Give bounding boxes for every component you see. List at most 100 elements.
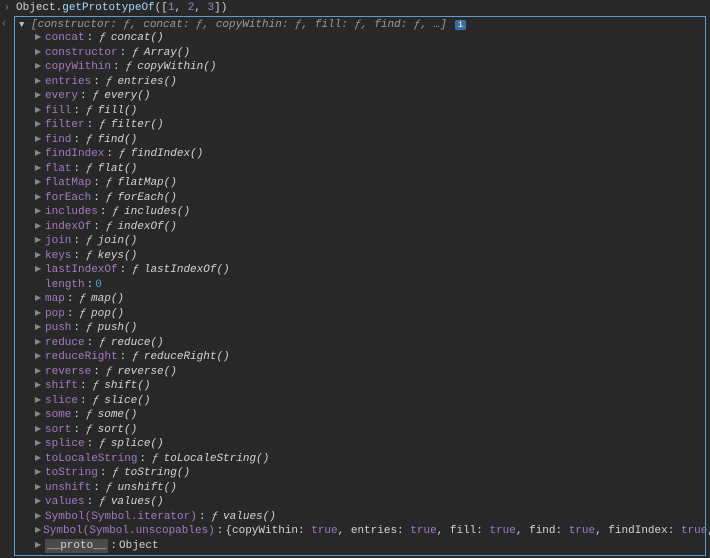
- expand-icon[interactable]: ▶: [35, 205, 43, 220]
- colon: :: [139, 452, 146, 467]
- property-key: every: [45, 89, 78, 104]
- expand-icon[interactable]: ▶: [35, 379, 43, 394]
- function-icon: ƒ: [86, 321, 93, 336]
- function-icon: ƒ: [86, 104, 93, 119]
- property-row[interactable]: ▶slice:ƒslice(): [35, 394, 705, 409]
- expand-icon[interactable]: ▶: [35, 423, 43, 438]
- expand-icon[interactable]: ▶: [35, 365, 43, 380]
- object-summary-row[interactable]: ▼ [constructor: ƒ, concat: ƒ, copyWithin…: [17, 19, 705, 31]
- property-row-unscopables[interactable]: ▶Symbol(Symbol.unscopables): {copyWithin…: [35, 524, 705, 539]
- function-icon: ƒ: [99, 336, 106, 351]
- function-icon: ƒ: [126, 60, 133, 75]
- property-row[interactable]: ▶join:ƒjoin(): [35, 234, 705, 249]
- expand-icon[interactable]: ▶: [35, 350, 43, 365]
- property-row[interactable]: ▶some:ƒsome(): [35, 408, 705, 423]
- expand-icon[interactable]: ▶: [35, 89, 43, 104]
- property-row[interactable]: ▶toString:ƒtoString(): [35, 466, 705, 481]
- property-row[interactable]: ▶entries:ƒentries(): [35, 75, 705, 90]
- expand-icon[interactable]: ▶: [35, 249, 43, 264]
- expand-icon[interactable]: ▶: [35, 481, 43, 496]
- expand-icon[interactable]: ▶: [35, 408, 43, 423]
- expand-icon[interactable]: ▶: [35, 452, 43, 467]
- expand-icon[interactable]: ▶: [35, 104, 43, 119]
- expand-icon[interactable]: ▶: [35, 191, 43, 206]
- expand-icon[interactable]: ▶: [35, 466, 43, 481]
- property-row[interactable]: ▶toLocaleString:ƒtoLocaleString(): [35, 452, 705, 467]
- property-row[interactable]: ▶pop:ƒpop(): [35, 307, 705, 322]
- function-icon: ƒ: [86, 234, 93, 249]
- colon: :: [93, 365, 100, 380]
- property-row[interactable]: ▶fill:ƒfill(): [35, 104, 705, 119]
- property-row[interactable]: ▶copyWithin:ƒcopyWithin(): [35, 60, 705, 75]
- property-row[interactable]: ▶keys:ƒkeys(): [35, 249, 705, 264]
- function-icon: ƒ: [106, 365, 113, 380]
- expand-icon[interactable]: ▶: [35, 292, 43, 307]
- function-name: concat(): [111, 31, 164, 46]
- expand-icon[interactable]: ▶: [35, 133, 43, 148]
- property-row[interactable]: ▶unshift:ƒunshift(): [35, 481, 705, 496]
- property-row[interactable]: ▶reduceRight:ƒreduceRight(): [35, 350, 705, 365]
- expand-icon[interactable]: ▶: [35, 147, 43, 162]
- property-row[interactable]: ▶sort:ƒsort(): [35, 423, 705, 438]
- property-row[interactable]: ▶constructor:ƒArray(): [35, 46, 705, 61]
- expand-icon[interactable]: ▶: [35, 118, 43, 133]
- function-icon: ƒ: [86, 133, 93, 148]
- property-row[interactable]: ▶flat:ƒflat(): [35, 162, 705, 177]
- property-row[interactable]: ▶every:ƒevery(): [35, 89, 705, 104]
- property-row[interactable]: ▶findIndex:ƒfindIndex(): [35, 147, 705, 162]
- property-row[interactable]: ▶forEach:ƒforEach(): [35, 191, 705, 206]
- property-key: includes: [45, 205, 98, 220]
- expand-icon[interactable]: ▶: [35, 234, 43, 249]
- expand-icon[interactable]: ▶: [35, 437, 43, 452]
- property-row[interactable]: ▶lastIndexOf:ƒlastIndexOf(): [35, 263, 705, 278]
- property-row[interactable]: ▶shift:ƒshift(): [35, 379, 705, 394]
- expand-icon[interactable]: ▶: [35, 60, 43, 75]
- colon: :: [73, 249, 80, 264]
- expand-toggle-icon[interactable]: ▼: [19, 20, 27, 30]
- function-icon: ƒ: [112, 466, 119, 481]
- function-icon: ƒ: [119, 147, 126, 162]
- expand-icon[interactable]: ▶: [35, 176, 43, 191]
- expand-icon[interactable]: ▶: [35, 162, 43, 177]
- function-name: some(): [98, 408, 138, 423]
- property-row[interactable]: ▶push:ƒpush(): [35, 321, 705, 336]
- function-icon: ƒ: [211, 510, 218, 525]
- expand-icon[interactable]: ▶: [35, 524, 41, 539]
- expand-icon[interactable]: ▶: [35, 321, 43, 336]
- expand-icon[interactable]: ▶: [35, 495, 43, 510]
- property-row[interactable]: ▶reverse:ƒreverse(): [35, 365, 705, 380]
- expand-icon[interactable]: ▶: [35, 510, 43, 525]
- expand-icon[interactable]: ▶: [35, 31, 43, 46]
- property-row[interactable]: ▶includes:ƒincludes(): [35, 205, 705, 220]
- property-row[interactable]: ▶Symbol(Symbol.iterator):ƒvalues(): [35, 510, 705, 525]
- function-name: forEach(): [117, 191, 176, 206]
- function-name: shift(): [104, 379, 150, 394]
- property-row[interactable]: ▶concat:ƒconcat(): [35, 31, 705, 46]
- property-key: shift: [45, 379, 78, 394]
- property-row[interactable]: ▶reduce:ƒreduce(): [35, 336, 705, 351]
- property-row[interactable]: ▶filter:ƒfilter(): [35, 118, 705, 133]
- property-key: reverse: [45, 365, 91, 380]
- property-row[interactable]: ▶values:ƒvalues(): [35, 495, 705, 510]
- property-row[interactable]: ▶splice:ƒsplice(): [35, 437, 705, 452]
- colon: :: [113, 60, 120, 75]
- colon: :: [87, 336, 94, 351]
- expand-icon[interactable]: ▶: [35, 75, 43, 90]
- expand-icon[interactable]: ▶: [35, 307, 43, 322]
- property-row[interactable]: ▶flatMap:ƒflatMap(): [35, 176, 705, 191]
- property-row[interactable]: ▶find:ƒfind(): [35, 133, 705, 148]
- expand-icon[interactable]: ▶: [35, 394, 43, 409]
- property-row[interactable]: ▶map:ƒmap(): [35, 292, 705, 307]
- property-row-proto[interactable]: ▶__proto__: Object: [35, 539, 705, 554]
- expand-icon[interactable]: ▶: [35, 263, 43, 278]
- info-icon[interactable]: i: [455, 20, 466, 30]
- expand-icon[interactable]: ▶: [35, 336, 43, 351]
- property-key: toString: [45, 466, 98, 481]
- property-row-length[interactable]: length: 0: [35, 278, 705, 293]
- colon: :: [93, 176, 100, 191]
- expand-icon[interactable]: ▶: [35, 46, 43, 61]
- function-icon: ƒ: [106, 191, 113, 206]
- property-row[interactable]: ▶indexOf:ƒindexOf(): [35, 220, 705, 235]
- expand-icon[interactable]: ▶: [35, 539, 43, 554]
- expand-icon[interactable]: ▶: [35, 220, 43, 235]
